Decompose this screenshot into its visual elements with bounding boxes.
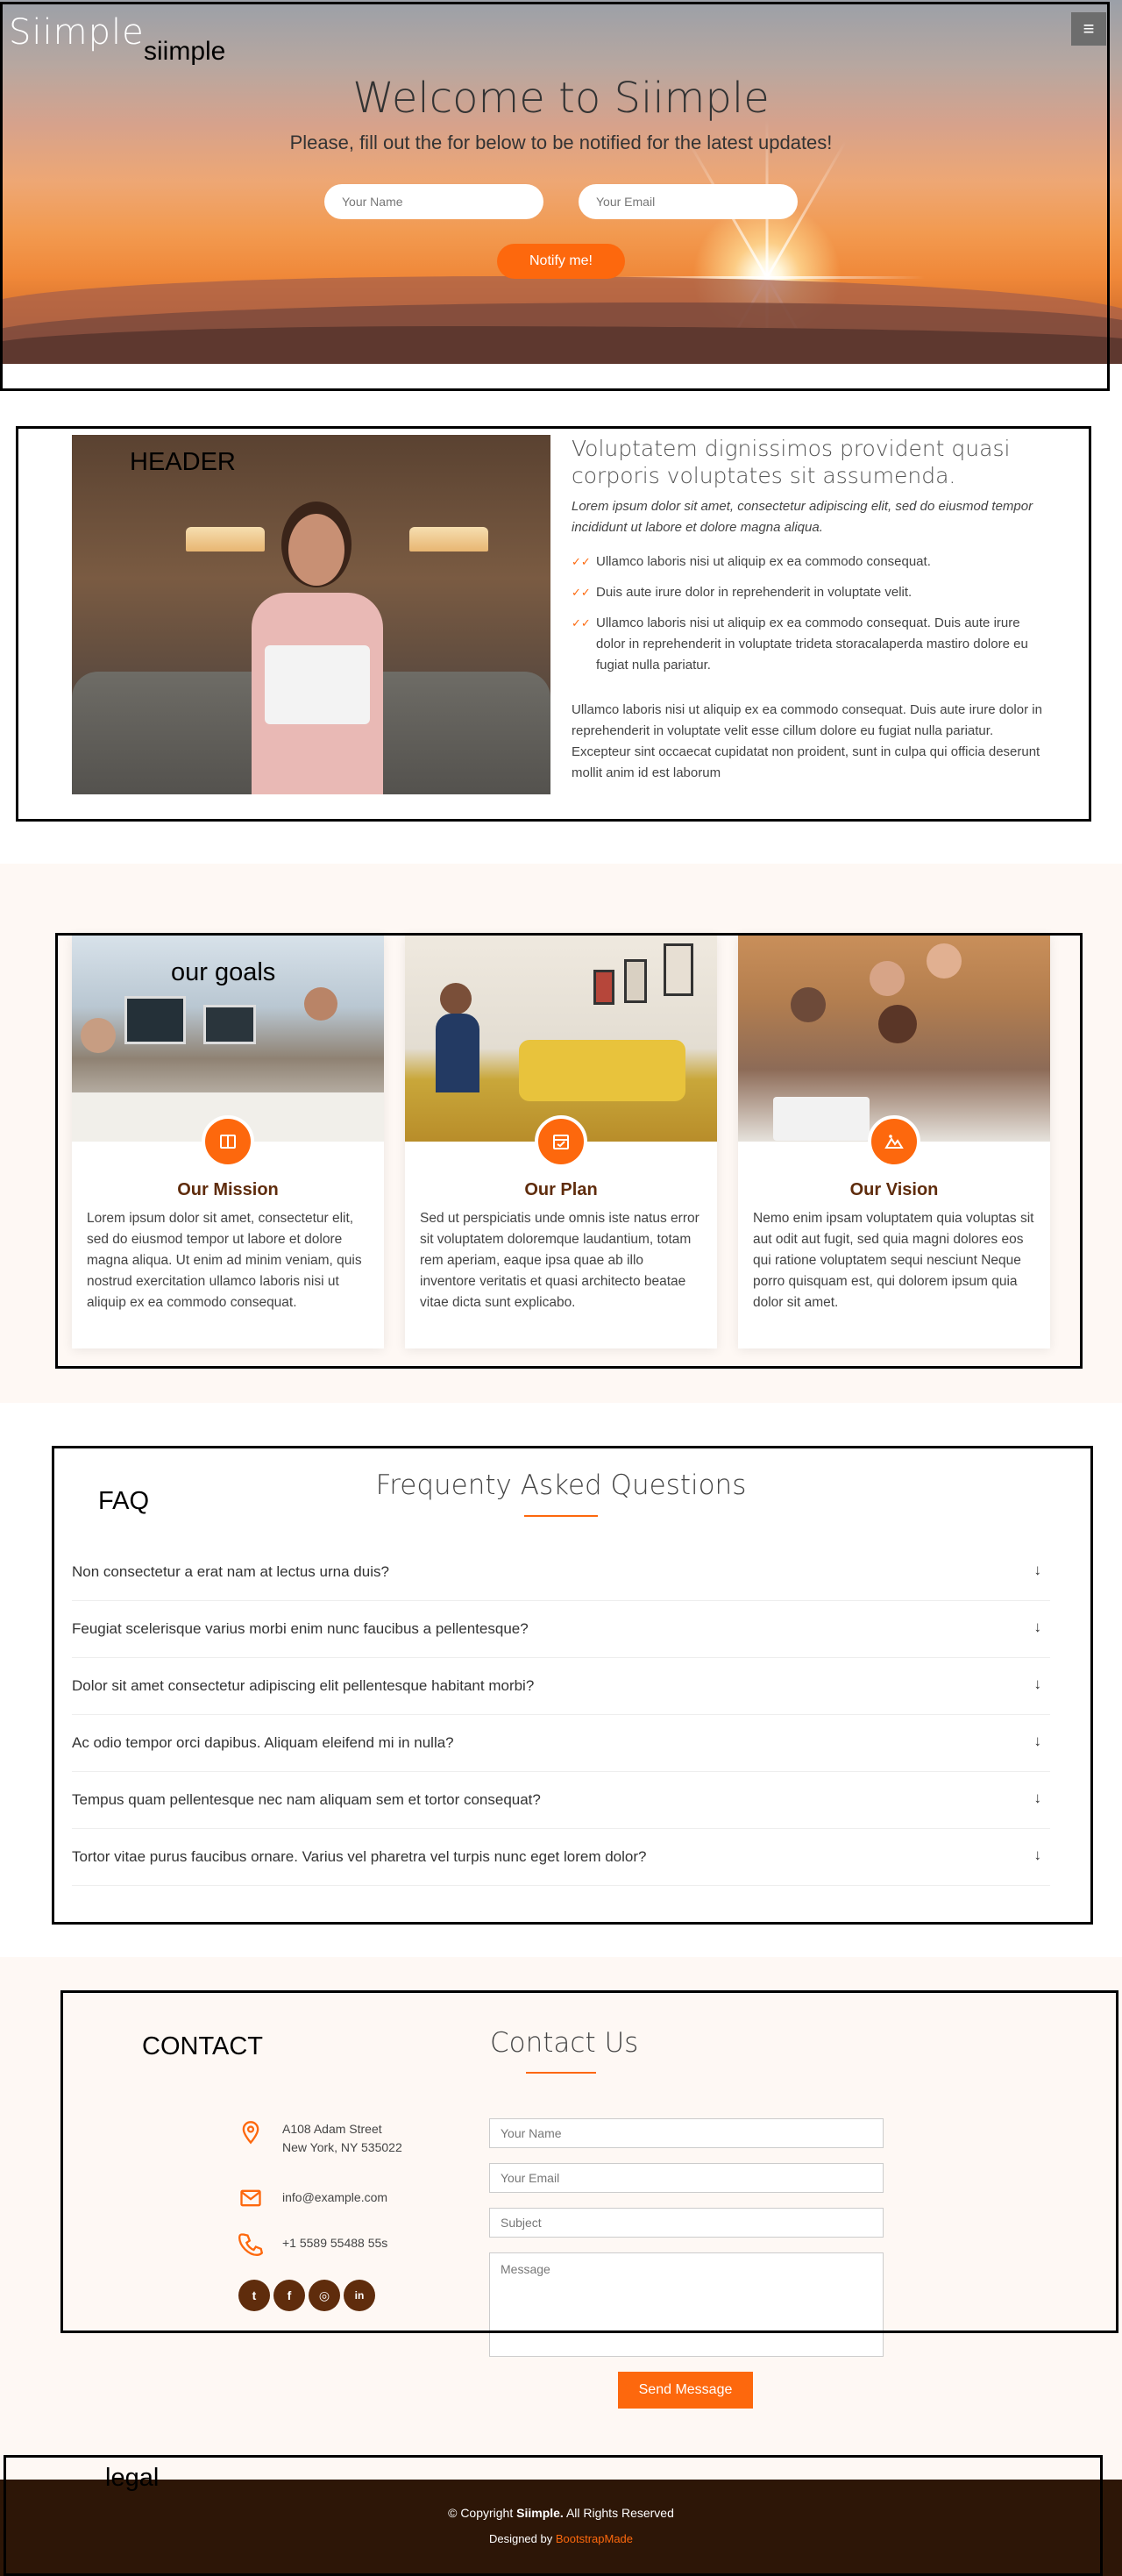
annotation-box-header [16,426,1091,822]
annotation-box-faq [52,1446,1093,1925]
annotation-box-legal [4,2455,1103,2576]
send-message-button[interactable]: Send Message [618,2372,753,2409]
annotation-label-contact: CONTACT [142,2032,264,2060]
annotation-label-faq: FAQ [98,1487,150,1515]
annotation-label-legal: legal [105,2464,160,2492]
annotation-label-hero: siimple [144,37,226,66]
annotation-label-header: HEADER [130,448,236,476]
annotation-box-goals [55,933,1083,1369]
annotation-label-goals: our goals [171,958,276,986]
